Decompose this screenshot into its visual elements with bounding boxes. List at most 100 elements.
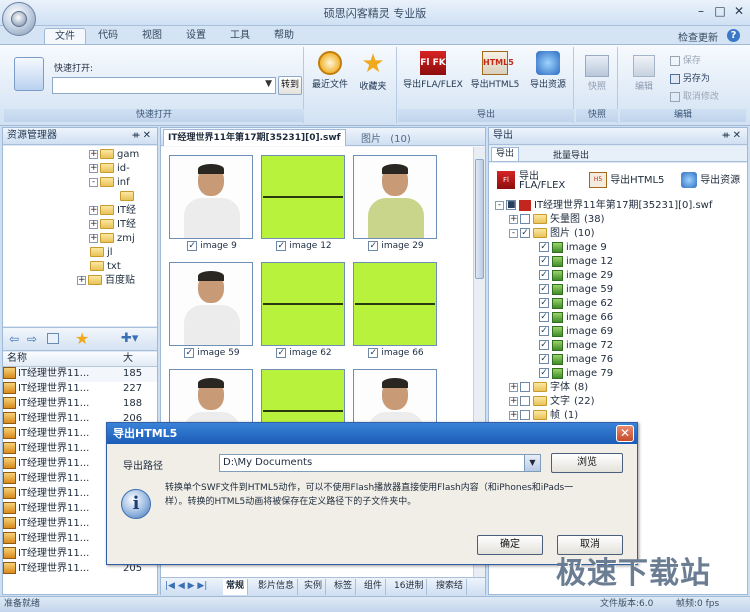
export-res-panel-button[interactable]: 导出资源 <box>681 171 740 188</box>
nav-arrows-icon[interactable]: |◀ ◀ ▶ ▶| <box>165 581 207 591</box>
export-image-item[interactable]: ✓ image 12 <box>493 255 743 269</box>
checkbox[interactable]: ✓ <box>539 270 549 280</box>
browse-button[interactable]: 浏览 <box>551 453 623 473</box>
app-menu-button[interactable] <box>2 2 36 36</box>
checkbox[interactable]: ✓ <box>539 256 549 266</box>
tab-view[interactable]: 视图 <box>132 28 172 45</box>
tree-item[interactable]: + 百度贴 <box>77 274 157 288</box>
pin-icon[interactable]: ᚑ ✕ <box>722 128 741 144</box>
checkbox[interactable] <box>520 410 530 420</box>
list-item[interactable]: IT经理世界11... 188 <box>3 397 157 412</box>
cancel-edit-button[interactable]: 取消修改 <box>670 89 719 102</box>
tree-item[interactable]: + id- <box>89 162 157 176</box>
add-icon[interactable]: ✚▾ <box>121 331 138 346</box>
checkbox[interactable] <box>520 396 530 406</box>
help-icon[interactable]: ? <box>727 29 740 42</box>
export-image-item[interactable]: ✓ image 72 <box>493 339 743 353</box>
checkbox[interactable]: ✓ <box>368 347 379 358</box>
tree-item[interactable]: txt <box>77 260 157 274</box>
expand-icon[interactable]: + <box>89 233 98 243</box>
maximize-icon[interactable]: □ <box>711 4 729 20</box>
scrollbar-thumb[interactable] <box>475 159 484 279</box>
checkbox[interactable]: ✓ <box>539 284 549 294</box>
tab-settings[interactable]: 设置 <box>176 28 216 45</box>
column-size[interactable]: 大 <box>123 352 133 366</box>
chevron-down-icon[interactable]: ▼ <box>265 79 272 89</box>
checkbox[interactable]: ✓ <box>368 240 379 251</box>
checkbox[interactable]: ✓ <box>184 347 195 358</box>
checkbox[interactable]: ■ <box>506 200 516 210</box>
tree-item[interactable]: + IT经 <box>89 204 157 218</box>
export-tree-node[interactable]: + 字体 (8) <box>493 381 743 395</box>
pin-icon[interactable]: ᚑ ✕ <box>132 128 151 144</box>
quick-open-input[interactable]: ▼ <box>52 77 276 94</box>
export-image-item[interactable]: ✓ image 9 <box>493 241 743 255</box>
export-image-item[interactable]: ✓ image 66 <box>493 311 743 325</box>
chevron-down-icon[interactable]: ▼ <box>524 455 540 471</box>
snapshot-button[interactable]: 快照 <box>580 55 614 92</box>
minimize-icon[interactable]: – <box>692 4 710 20</box>
thumbnail-item[interactable]: ✓ image 62 <box>261 262 347 360</box>
export-html5-panel-button[interactable]: H5 导出HTML5 <box>589 171 664 188</box>
favorite-star-icon[interactable]: ★ <box>75 329 89 348</box>
thumbnail-item[interactable]: ✓ image 9 <box>169 155 255 253</box>
expand-icon[interactable]: + <box>509 214 518 224</box>
list-item[interactable]: IT经理世界11... 227 <box>3 382 157 397</box>
export-html5-button[interactable]: HTML5 导出HTML5 <box>468 51 522 90</box>
expand-icon[interactable]: + <box>89 149 98 159</box>
export-fla-panel-button[interactable]: Fl 导出 FLA/FLEX <box>497 167 569 197</box>
tree-item[interactable]: + zmj <box>89 232 157 246</box>
save-button[interactable]: 保存 <box>670 53 701 66</box>
thumbnail-item[interactable]: ✓ image 12 <box>261 155 347 253</box>
export-image-item[interactable]: ✓ image 29 <box>493 269 743 283</box>
collapse-icon[interactable]: - <box>89 177 98 187</box>
thumbnail-item[interactable]: ✓ image 59 <box>169 262 255 360</box>
checkbox[interactable]: ✓ <box>276 347 287 358</box>
export-image-item[interactable]: ✓ image 79 <box>493 367 743 381</box>
tab-file[interactable]: 文件 <box>44 28 86 45</box>
checkbox[interactable]: ✓ <box>539 368 549 378</box>
save-as-button[interactable]: 另存为 <box>670 71 710 84</box>
expand-icon[interactable]: + <box>509 410 518 420</box>
bottom-tab[interactable]: 搜索结 <box>433 579 468 595</box>
checkbox[interactable]: ✓ <box>539 354 549 364</box>
dialog-close-icon[interactable]: ✕ <box>616 425 634 442</box>
export-image-item[interactable]: ✓ image 76 <box>493 353 743 367</box>
tree-item[interactable]: - inf <box>89 176 157 190</box>
forward-icon[interactable]: ⇨ <box>27 332 37 346</box>
expand-icon[interactable]: + <box>509 382 518 392</box>
tree-item[interactable]: + gam <box>89 148 157 162</box>
checkbox[interactable]: ✓ <box>276 240 287 251</box>
checkbox[interactable]: ✓ <box>539 340 549 350</box>
expand-icon[interactable]: + <box>89 163 98 173</box>
favorites-button[interactable]: ★ 收藏夹 <box>352 51 394 92</box>
checkbox[interactable] <box>520 382 530 392</box>
tab-code[interactable]: 代码 <box>88 28 128 45</box>
checkbox[interactable]: ✓ <box>539 312 549 322</box>
tab-tools[interactable]: 工具 <box>220 28 260 45</box>
expand-icon[interactable]: + <box>89 219 98 229</box>
export-tree-node[interactable]: - ✓ 图片 (10) <box>493 227 743 241</box>
export-tree-node[interactable]: + 文字 (22) <box>493 395 743 409</box>
list-item[interactable]: IT经理世界11... 185 <box>3 367 157 382</box>
ok-button[interactable]: 确定 <box>477 535 543 555</box>
bottom-tab[interactable]: 标签 <box>331 579 357 595</box>
expand-icon[interactable]: + <box>509 396 518 406</box>
checkbox[interactable]: ✓ <box>187 240 198 251</box>
check-update-link[interactable]: 检查更新 <box>678 29 718 44</box>
tab-images[interactable]: 图片 (10) <box>361 130 411 145</box>
bottom-tab[interactable]: 16进制 <box>391 579 428 595</box>
close-icon[interactable]: ✕ <box>730 4 748 20</box>
edit-button[interactable]: 编辑 <box>626 55 662 92</box>
tree-item[interactable] <box>107 190 157 204</box>
checkbox[interactable]: ✓ <box>520 228 530 238</box>
collapse-icon[interactable]: - <box>495 200 504 210</box>
path-input[interactable]: D:\My Documents ▼ <box>219 454 541 472</box>
export-tree-node[interactable]: + 矢量图 (38) <box>493 213 743 227</box>
up-folder-icon[interactable] <box>47 333 59 344</box>
goto-button[interactable]: 转到 <box>278 76 302 95</box>
tab-swf-file[interactable]: IT经理世界11年第17期[35231][0].swf <box>163 129 346 146</box>
export-tree-root[interactable]: - ■ IT经理世界11年第17期[35231][0].swf <box>493 199 743 213</box>
tab-export[interactable]: 导出 <box>491 147 520 161</box>
bottom-tab[interactable]: 影片信息 <box>255 579 299 595</box>
